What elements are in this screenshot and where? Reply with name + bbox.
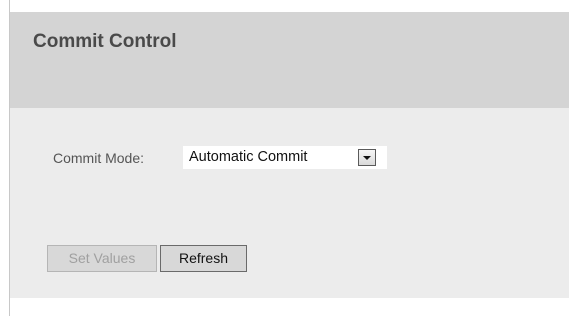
page: Commit Control Commit Mode: Automatic Co… (0, 0, 569, 316)
refresh-button[interactable]: Refresh (160, 245, 247, 272)
header-panel: Commit Control (10, 12, 569, 108)
commit-mode-selected-value: Automatic Commit (189, 149, 308, 165)
commit-mode-select[interactable]: Automatic Commit (183, 146, 387, 169)
page-title: Commit Control (33, 31, 177, 52)
dropdown-arrow-icon[interactable] (358, 149, 376, 166)
set-values-button[interactable]: Set Values (47, 245, 157, 272)
commit-mode-label: Commit Mode: (53, 150, 145, 166)
